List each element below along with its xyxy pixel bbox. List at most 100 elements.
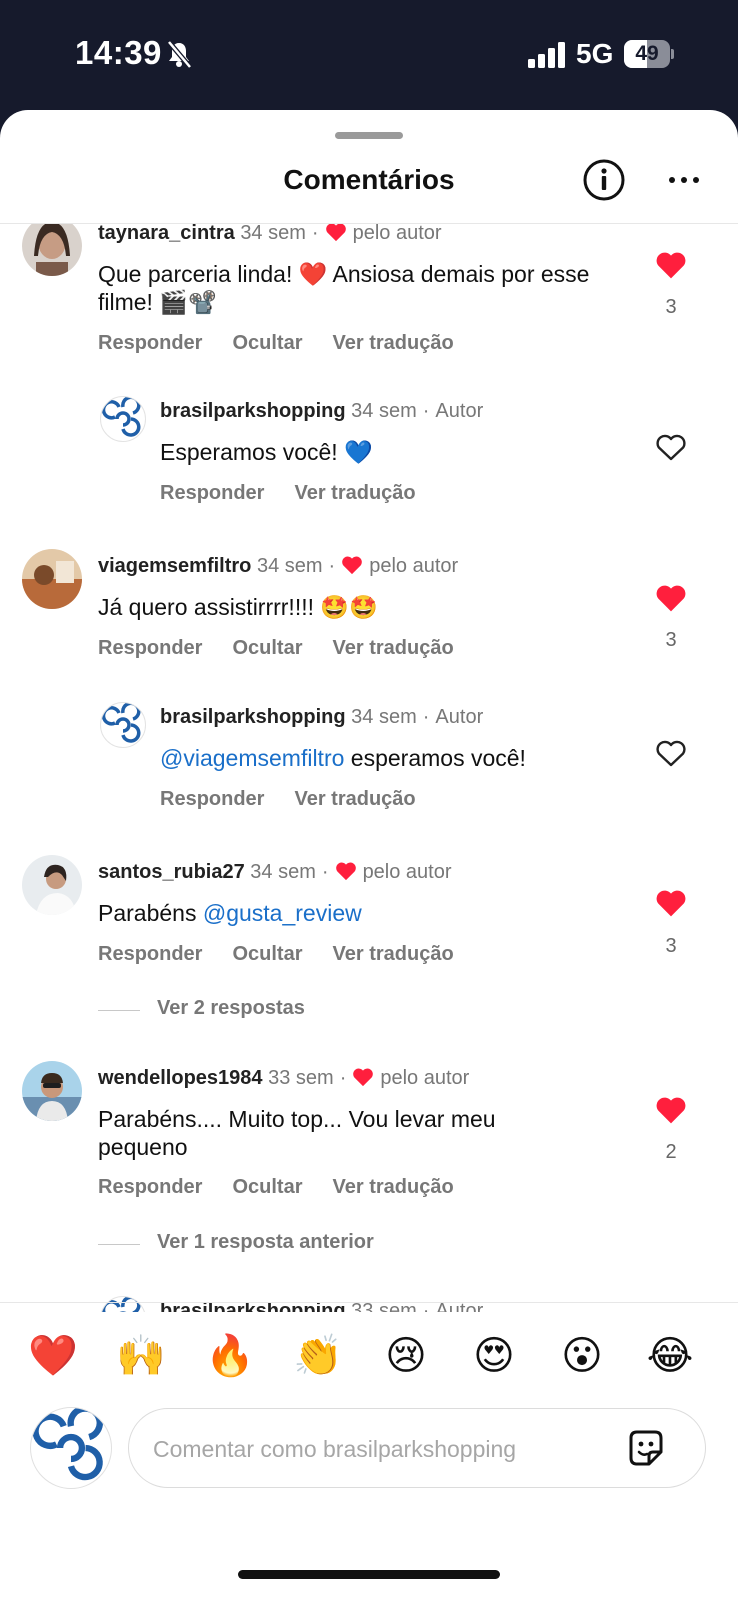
comment-text: Que parceria linda! ❤️ Ansiosa demais po… [98,261,590,315]
heart-icon [325,224,346,242]
bell-slash-icon [167,40,192,68]
reply-button[interactable]: Responder [160,482,264,504]
heart-filled-icon[interactable] [655,250,687,280]
emoji-heart-button[interactable]: ❤️ [25,1328,81,1384]
comment-meta: santos_rubia27 34 sem · pelo autor [98,861,452,883]
heart-filled-icon[interactable] [655,583,687,613]
hide-button[interactable]: Ocultar [232,332,302,354]
translate-button[interactable]: Ver tradução [333,332,454,354]
emoji-fire-button[interactable]: 🔥 [202,1328,258,1384]
drag-handle[interactable] [335,132,403,139]
comment-text: Parabéns.... Muito top... Vou levar meu … [98,1106,496,1160]
avatar[interactable] [22,855,82,915]
username[interactable]: viagemsemfiltro [98,555,251,577]
heart-icon [353,1068,374,1087]
comment-composer [128,1408,706,1488]
battery-icon: 49 [624,40,674,68]
emoji-heart-eyes-button[interactable]: 😍 [466,1328,522,1384]
comment-actions: Responder Ocultar Ver tradução [98,332,484,355]
more-horizontal-icon[interactable] [666,168,702,192]
translate-button[interactable]: Ver tradução [333,637,454,659]
comment-text: Parabéns @gusta_review [98,900,362,926]
view-replies-button[interactable]: Ver 1 resposta anterior [157,1231,374,1254]
emoji-surprised-button[interactable]: 😮 [554,1328,610,1384]
hide-button[interactable]: Ocultar [232,943,302,965]
comment-time: 34 sem [256,555,323,577]
comment-meta: brasilparkshopping 34 sem · Autor [160,400,484,422]
comment-time: 34 sem [351,400,417,422]
comment-actions: Responder Ocultar Ver tradução [98,943,484,966]
translate-button[interactable]: Ver tradução [294,482,415,504]
thread-line [98,1010,140,1011]
heart-outline-icon[interactable] [655,432,687,462]
comment-time: 34 sem [351,706,417,728]
info-circle-icon[interactable] [582,158,626,202]
username[interactable]: brasilparkshopping [160,400,346,422]
status-time: 14:39 [75,34,162,71]
avatar[interactable] [22,224,82,276]
like-count: 3 [665,629,677,651]
comment-time: 33 sem [268,1067,334,1089]
username[interactable]: wendellopes1984 [98,1067,263,1089]
thread-line [98,1244,140,1245]
like-count: 2 [665,1141,677,1163]
comment-actions: Responder Ver tradução [160,788,446,811]
heart-icon [335,862,356,881]
signal-icon [528,42,565,68]
username[interactable]: santos_rubia27 [98,861,245,883]
sticker-icon[interactable] [623,1426,669,1472]
composer-avatar [30,1407,112,1489]
comments-list[interactable]: taynara_cintra 34 sem · pelo autor Que par… [0,224,738,1312]
emoji-clap-button[interactable]: 👏 [290,1328,346,1384]
home-indicator [238,1570,500,1579]
comment-input[interactable] [153,1427,593,1471]
reply-button[interactable]: Responder [160,788,264,810]
heart-icon [342,556,363,575]
heart-filled-icon[interactable] [655,1095,687,1125]
comment-time: 34 sem [250,861,316,883]
reply-button[interactable]: Responder [98,637,202,659]
reply-button[interactable]: Responder [98,332,202,354]
comment-meta: wendellopes1984 33 sem · pelo autor [98,1067,470,1089]
liked-by-author: pelo autor [369,555,459,577]
comment-time: 34 sem [240,224,306,244]
avatar[interactable] [22,1061,82,1121]
battery-level: 49 [635,42,659,65]
avatar[interactable] [100,702,146,748]
author-label: Autor [435,400,484,422]
translate-button[interactable]: Ver tradução [294,788,415,810]
avatar[interactable] [100,396,146,442]
comment-meta: viagemsemfiltro 34 sem · pelo autor [98,555,459,577]
reply-button[interactable]: Responder [98,943,202,965]
comment-meta: taynara_cintra 34 sem · pelo autor [98,224,442,244]
username[interactable]: brasilparkshopping [160,706,346,728]
sheet-title: Comentários [283,164,455,195]
mention-link[interactable]: @viagemsemfiltro [160,745,344,771]
comment-text: Já quero assistirrrr!!!! 🤩🤩 [98,594,378,620]
translate-button[interactable]: Ver tradução [333,1176,454,1198]
hide-button[interactable]: Ocultar [232,637,302,659]
hide-button[interactable]: Ocultar [232,1176,302,1198]
comment-actions: Responder Ocultar Ver tradução [98,637,484,660]
translate-button[interactable]: Ver tradução [333,943,454,965]
comment-text: Esperamos você! 💙 [160,439,373,465]
username[interactable]: taynara_cintra [98,224,235,244]
mention-link[interactable]: @gusta_review [203,900,362,926]
liked-by-author: pelo autor [362,861,452,883]
footer-divider [0,1302,738,1303]
avatar[interactable] [22,549,82,609]
comment-meta: brasilparkshopping 34 sem · Autor [160,706,484,728]
emoji-cry-button[interactable]: 😢 [378,1328,434,1384]
view-replies-button[interactable]: Ver 2 respostas [157,997,305,1020]
emoji-laugh-button[interactable]: 😂 [642,1328,698,1384]
liked-by-author: pelo autor [380,1067,470,1089]
reply-button[interactable]: Responder [98,1176,202,1198]
avatar[interactable] [100,1296,146,1312]
liked-by-author: pelo autor [352,224,442,244]
emoji-raised-hands-button[interactable]: 🙌 [113,1328,169,1384]
heart-filled-icon[interactable] [655,888,687,918]
comment-actions: Responder Ocultar Ver tradução [98,1176,484,1199]
heart-outline-icon[interactable] [655,738,687,768]
like-count: 3 [665,935,677,957]
network-label: 5G [576,38,614,69]
